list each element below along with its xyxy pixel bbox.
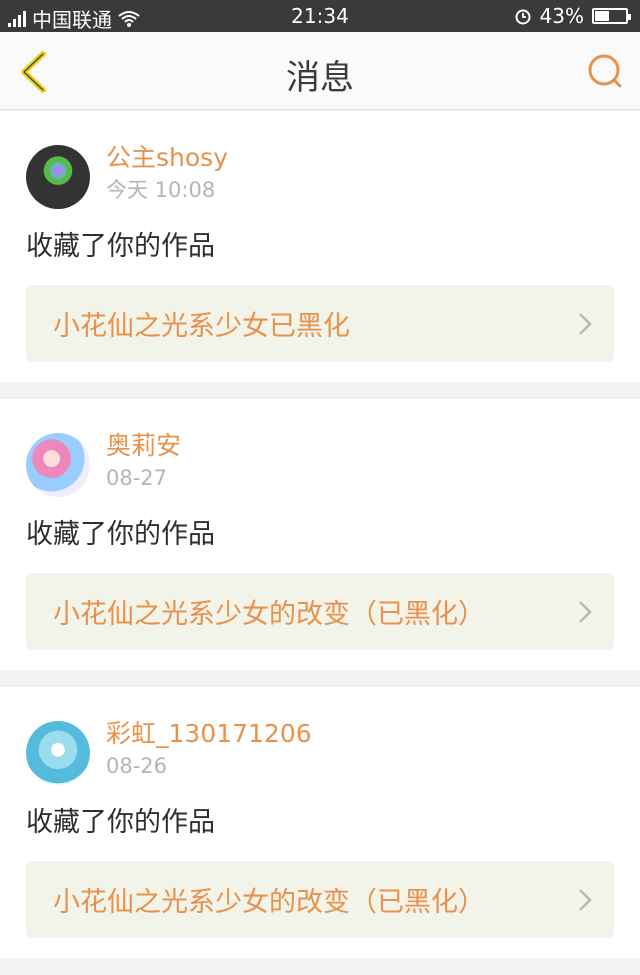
status-bar: 中国联通 21:34 43% <box>0 0 640 32</box>
message-time: 08-26 <box>106 754 168 778</box>
work-title: 小花仙之光系少女的改变（已黑化） <box>53 599 485 630</box>
message-card: 奥莉安 08-27 收藏了你的作品 小花仙之光系少女的改变（已黑化） <box>0 399 640 670</box>
work-link[interactable]: 小花仙之光系少女的改变（已黑化） <box>26 861 614 938</box>
message-card: 公主shosy 今天 10:08 收藏了你的作品 小花仙之光系少女已黑化 <box>0 111 640 382</box>
message-card: 彩虹_130171206 08-26 收藏了你的作品 小花仙之光系少女的改变（已… <box>0 687 640 958</box>
chevron-right-icon <box>579 888 592 911</box>
action-text: 收藏了你的作品 <box>26 519 215 550</box>
avatar[interactable] <box>26 145 90 209</box>
action-text: 收藏了你的作品 <box>26 231 215 262</box>
chevron-right-icon <box>579 600 592 623</box>
username[interactable]: 奥莉安 <box>106 429 181 463</box>
message-list: 公主shosy 今天 10:08 收藏了你的作品 小花仙之光系少女已黑化 奥莉安… <box>0 111 640 975</box>
battery-percent: 43% <box>539 4 584 28</box>
search-icon[interactable] <box>584 50 626 92</box>
nav-bar: 消息 <box>0 32 640 110</box>
work-title: 小花仙之光系少女的改变（已黑化） <box>53 887 485 918</box>
battery-icon <box>592 8 631 24</box>
work-title: 小花仙之光系少女已黑化 <box>53 311 350 342</box>
page-title: 消息 <box>286 58 354 98</box>
username[interactable]: 公主shosy <box>106 141 228 175</box>
action-text: 收藏了你的作品 <box>26 807 215 838</box>
message-time: 今天 10:08 <box>106 178 216 202</box>
chevron-right-icon <box>579 312 592 335</box>
avatar[interactable] <box>26 721 90 785</box>
work-link[interactable]: 小花仙之光系少女已黑化 <box>26 285 614 362</box>
avatar[interactable] <box>26 433 90 497</box>
username[interactable]: 彩虹_130171206 <box>106 717 312 751</box>
alarm-icon <box>515 9 531 25</box>
message-time: 08-27 <box>106 466 168 490</box>
work-link[interactable]: 小花仙之光系少女的改变（已黑化） <box>26 573 614 650</box>
